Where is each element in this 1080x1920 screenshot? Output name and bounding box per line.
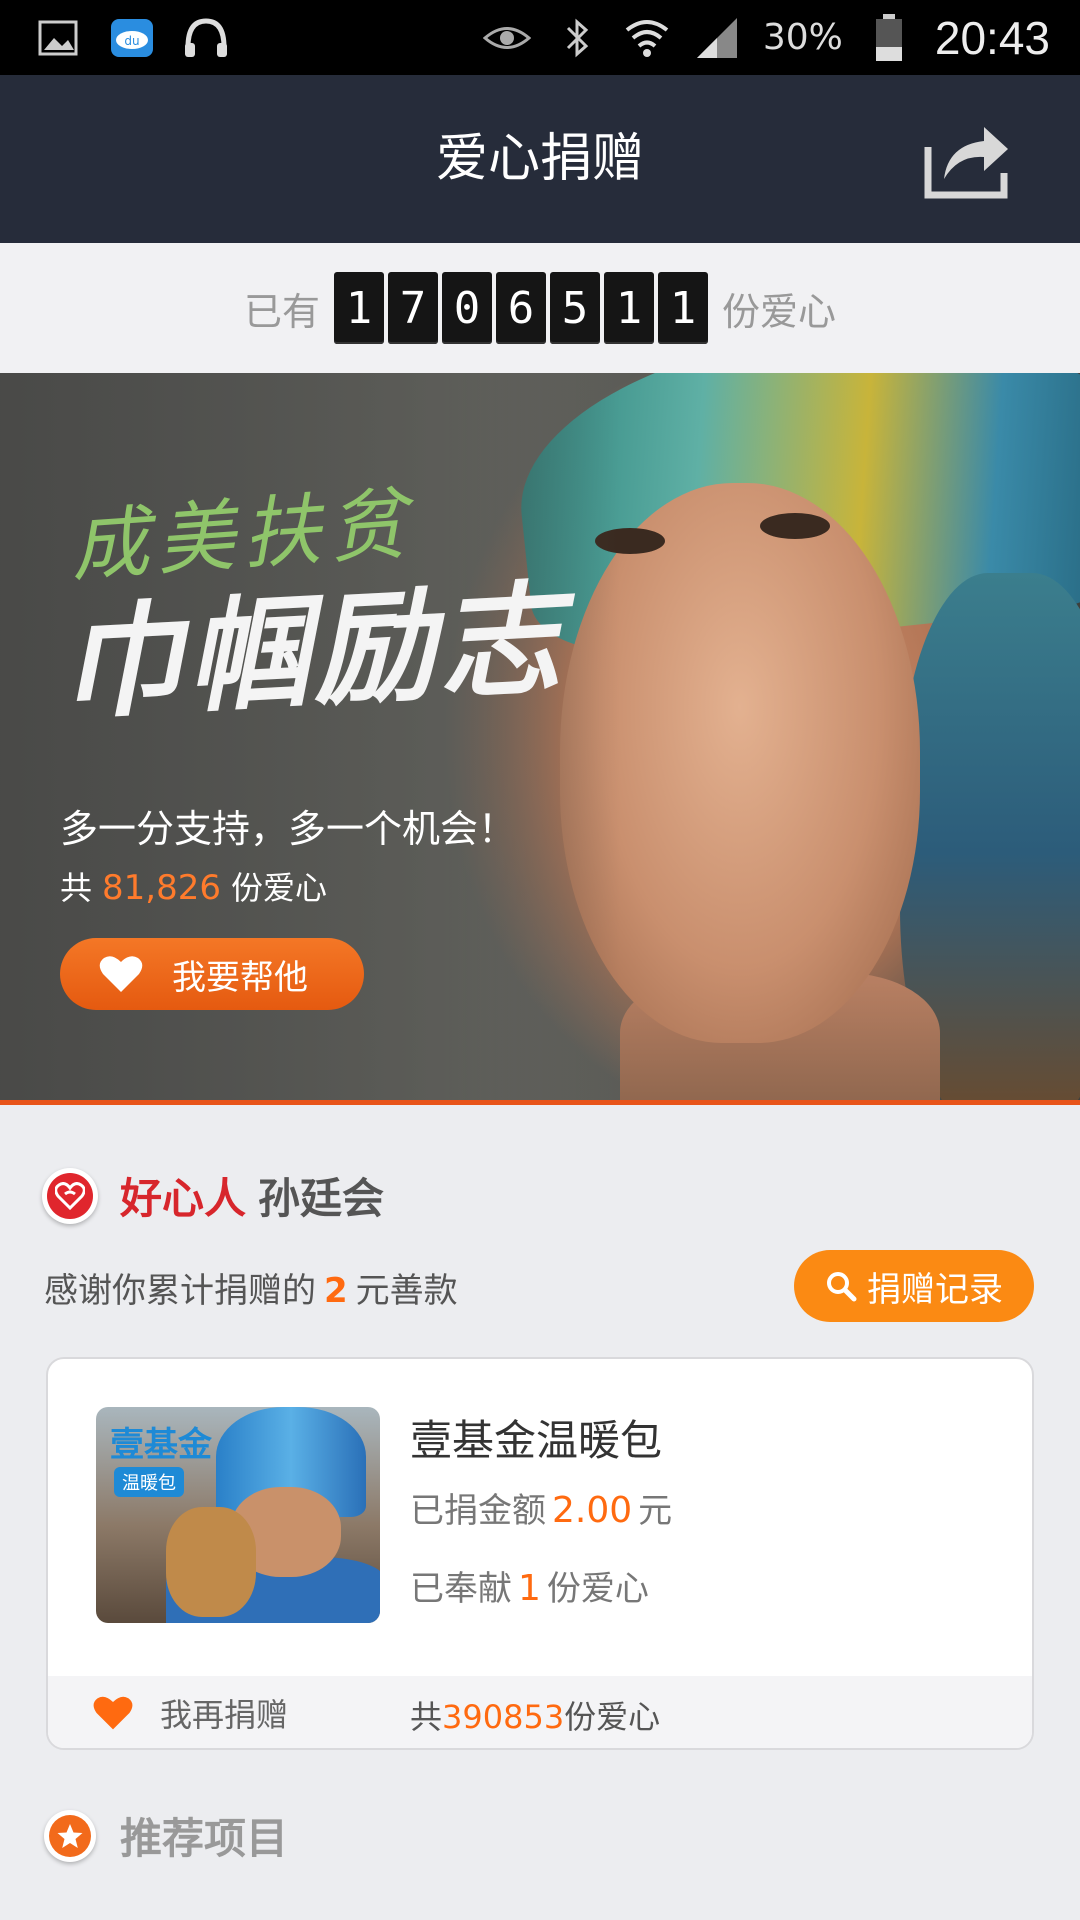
heart-icon bbox=[93, 1696, 133, 1730]
image-icon bbox=[34, 14, 82, 62]
share-button[interactable] bbox=[922, 117, 1012, 201]
project-donated: 已捐金额 2.00 元 bbox=[410, 1483, 672, 1532]
svg-text:du: du bbox=[124, 34, 139, 48]
project-card[interactable]: 壹基金 温暖包 壹基金温暖包 已捐金额 2.00 元 已奉献 1 份爱心 我再捐赠 共3… bbox=[46, 1357, 1034, 1750]
thanks-amount: 2 bbox=[324, 1271, 348, 1311]
banner-total: 共 81,826 份爱心 bbox=[60, 863, 327, 909]
star-icon bbox=[44, 1809, 96, 1862]
banner-calligraphy-line2: 巾帼励志 bbox=[57, 565, 568, 737]
banner-slogan: 多一分支持，多一个机会！ bbox=[60, 807, 517, 851]
project-title: 壹基金温暖包 bbox=[410, 1416, 663, 1465]
thanks-prefix: 感谢你累计捐赠的 bbox=[44, 1271, 316, 1311]
donated-value: 2.00 bbox=[552, 1490, 633, 1531]
title-bar: 爱心捐赠 bbox=[0, 75, 1080, 243]
project-total-value: 390853 bbox=[442, 1698, 565, 1736]
donated-unit: 元 bbox=[638, 1491, 673, 1531]
counter-digits: 1 7 0 6 5 1 1 bbox=[334, 272, 708, 344]
page-title: 爱心捐赠 bbox=[435, 129, 644, 189]
counter-digit: 1 bbox=[334, 272, 384, 344]
bluetooth-icon bbox=[553, 14, 601, 62]
banner-total-suffix: 份爱心 bbox=[230, 869, 327, 907]
project-image: 壹基金 温暖包 bbox=[96, 1407, 380, 1623]
help-button-label: 我要帮他 bbox=[172, 957, 308, 998]
battery-icon bbox=[865, 13, 913, 62]
signal-icon bbox=[693, 14, 741, 62]
thanks-suffix: 元善款 bbox=[355, 1271, 458, 1311]
banner-total-value: 81,826 bbox=[102, 868, 221, 908]
counter-digit: 6 bbox=[496, 272, 546, 344]
project-image-bear bbox=[166, 1507, 256, 1617]
project-total-prefix: 共 bbox=[410, 1698, 443, 1736]
project-love: 已奉献 1 份爱心 bbox=[410, 1561, 649, 1610]
project-image-logo: 壹基金 bbox=[110, 1425, 212, 1465]
project-total-suffix: 份爱心 bbox=[564, 1698, 661, 1736]
counter-digit: 7 bbox=[388, 272, 438, 344]
banner-photo-eye bbox=[760, 513, 830, 539]
counter-digit: 5 bbox=[550, 272, 600, 344]
heart-icon bbox=[99, 956, 143, 992]
battery-percentage: 30% bbox=[762, 17, 843, 58]
recommended-title: 推荐项目 bbox=[120, 1814, 289, 1863]
banner-total-prefix: 共 bbox=[60, 869, 93, 907]
campaign-banner[interactable]: 成美扶贫 巾帼励志 多一分支持，多一个机会！ 共 81,826 份爱心 我要帮他 bbox=[0, 373, 1080, 1100]
search-icon bbox=[827, 1272, 857, 1302]
donation-record-button[interactable]: 捐赠记录 bbox=[794, 1250, 1034, 1322]
share-icon bbox=[924, 127, 1008, 199]
donated-label: 已捐金额 bbox=[410, 1491, 546, 1531]
love-counter: 已有 1 7 0 6 5 1 1 份爱心 bbox=[0, 243, 1080, 373]
wifi-icon bbox=[623, 14, 671, 62]
recommended-header: 推荐项目 bbox=[44, 1805, 288, 1866]
project-image-sublogo: 温暖包 bbox=[114, 1467, 184, 1497]
donor-name: 孙廷会 bbox=[258, 1174, 385, 1223]
donate-again-button[interactable]: 我再捐赠 bbox=[92, 1690, 288, 1736]
baidu-cloud-icon: du bbox=[108, 14, 156, 62]
love-value: 1 bbox=[518, 1568, 541, 1609]
donor-section: 好心人 孙廷会 感谢你累计捐赠的 2 元善款 捐赠记录 壹基金 温暖包 壹基金温暖包… bbox=[0, 1105, 1080, 1920]
project-card-footer: 我再捐赠 共390853份爱心 bbox=[48, 1676, 1032, 1748]
clock: 20:43 bbox=[934, 11, 1050, 64]
status-bar: du 30% 20:43 bbox=[0, 0, 1080, 75]
donor-header: 好心人 孙廷会 bbox=[42, 1165, 384, 1226]
counter-digit: 1 bbox=[658, 272, 708, 344]
counter-suffix: 份爱心 bbox=[722, 289, 837, 334]
good-person-badge-icon bbox=[42, 1167, 98, 1224]
donation-record-label: 捐赠记录 bbox=[867, 1269, 1003, 1310]
donate-again-label: 我再捐赠 bbox=[160, 1696, 289, 1734]
good-person-label: 好心人 bbox=[120, 1174, 247, 1223]
counter-prefix: 已有 bbox=[243, 289, 320, 334]
donation-thanks: 感谢你累计捐赠的 2 元善款 bbox=[44, 1263, 458, 1312]
love-unit: 份爱心 bbox=[546, 1569, 649, 1609]
project-total: 共390853份爱心 bbox=[410, 1692, 660, 1738]
help-button[interactable]: 我要帮他 bbox=[60, 938, 364, 1010]
eye-icon bbox=[482, 14, 531, 62]
counter-digit: 1 bbox=[604, 272, 654, 344]
love-label: 已奉献 bbox=[410, 1569, 512, 1609]
counter-digit: 0 bbox=[442, 272, 492, 344]
headphones-icon bbox=[182, 14, 230, 62]
